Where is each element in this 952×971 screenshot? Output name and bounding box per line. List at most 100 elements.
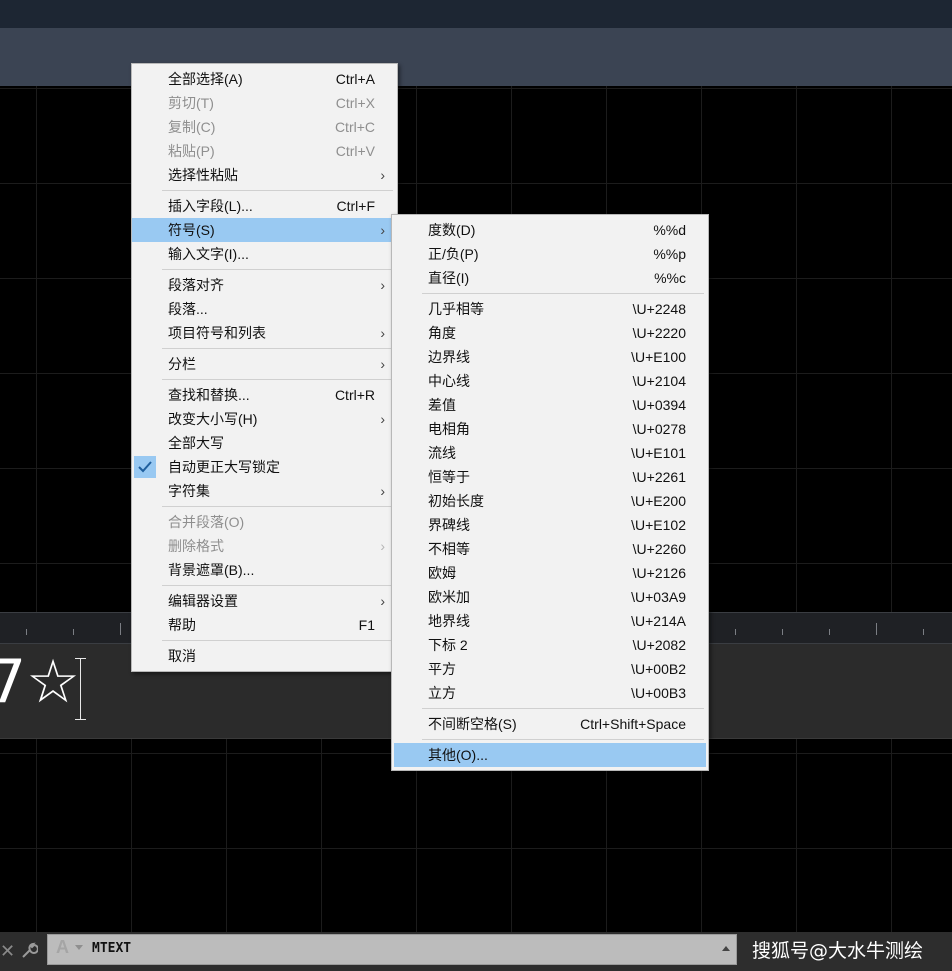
ruler-tick: [782, 629, 783, 635]
symbol-item-angle[interactable]: 角度 \U+2220: [392, 321, 708, 345]
menu-separator: [132, 376, 397, 383]
menu-item-paste-special[interactable]: 选择性粘贴 ›: [132, 163, 397, 187]
menu-item-label: 取消: [168, 648, 196, 664]
menu-item-label: 输入文字(I)...: [168, 246, 249, 262]
menu-item-label: 不相等: [428, 541, 470, 557]
symbol-item-ohm[interactable]: 欧姆 \U+2126: [392, 561, 708, 585]
menu-item-label: 边界线: [428, 349, 470, 365]
symbol-item-degrees[interactable]: 度数(D) %%d: [392, 218, 708, 242]
menu-item-combine-paragraphs: 合并段落(O): [132, 510, 397, 534]
chevron-right-icon: ›: [380, 277, 385, 293]
menu-item-code: \U+2220: [632, 325, 686, 341]
menu-item-columns[interactable]: 分栏 ›: [132, 352, 397, 376]
menu-item-label: 直径(I): [428, 270, 470, 286]
close-icon[interactable]: ✕: [0, 935, 15, 967]
menu-separator: [392, 290, 708, 297]
menu-item-cut: 剪切(T) Ctrl+X: [132, 91, 397, 115]
menu-item-label: 符号(S): [168, 222, 215, 238]
menu-item-label: 中心线: [428, 373, 470, 389]
symbol-item-other[interactable]: 其他(O)...: [394, 743, 706, 767]
ruler-tick: [735, 629, 736, 635]
menu-item-background-mask[interactable]: 背景遮罩(B)...: [132, 558, 397, 582]
menu-separator: [132, 266, 397, 273]
symbol-item-centerline[interactable]: 中心线 \U+2104: [392, 369, 708, 393]
menu-item-autocap-lock[interactable]: 自动更正大写锁定: [132, 455, 397, 479]
checkmark-icon: [134, 456, 156, 478]
symbol-item-identity[interactable]: 恒等于 \U+2261: [392, 465, 708, 489]
symbol-item-almost-equal[interactable]: 几乎相等 \U+2248: [392, 297, 708, 321]
menu-item-help[interactable]: 帮助 F1: [132, 613, 397, 637]
symbol-item-monument-line[interactable]: 界碑线 \U+E102: [392, 513, 708, 537]
menu-item-paste: 粘贴(P) Ctrl+V: [132, 139, 397, 163]
caret-down-icon[interactable]: [75, 945, 83, 950]
symbol-item-not-equal[interactable]: 不相等 \U+2260: [392, 537, 708, 561]
symbol-item-flow-line[interactable]: 流线 \U+E101: [392, 441, 708, 465]
menu-item-bullets-and-lists[interactable]: 项目符号和列表 ›: [132, 321, 397, 345]
menu-separator: [132, 637, 397, 644]
menu-item-code: %%d: [653, 222, 686, 238]
wrench-icon[interactable]: [20, 935, 39, 970]
menu-item-paragraph-alignment[interactable]: 段落对齐 ›: [132, 273, 397, 297]
menu-item-shortcut: Ctrl+A: [335, 71, 375, 87]
caret-up-icon[interactable]: [722, 946, 730, 951]
symbol-item-omega[interactable]: 欧米加 \U+03A9: [392, 585, 708, 609]
menu-item-code: \U+00B2: [631, 661, 686, 677]
symbol-item-plus-minus[interactable]: 正/负(P) %%p: [392, 242, 708, 266]
menu-item-label: 查找和替换...: [168, 387, 250, 403]
menu-item-label: 欧姆: [428, 565, 456, 581]
title-bar: [0, 0, 952, 28]
menu-item-code: \U+00B3: [631, 685, 686, 701]
menu-item-label: 电相角: [428, 421, 470, 437]
menu-item-label: 字符集: [168, 483, 210, 499]
menu-item-import-text[interactable]: 输入文字(I)...: [132, 242, 397, 266]
command-input[interactable]: A MTEXT: [47, 934, 737, 965]
menu-item-code: %%p: [653, 246, 686, 262]
symbol-item-boundary-line[interactable]: 边界线 \U+E100: [392, 345, 708, 369]
menu-item-cancel[interactable]: 取消: [132, 644, 397, 668]
menu-item-find-and-replace[interactable]: 查找和替换... Ctrl+R: [132, 383, 397, 407]
menu-item-select-all[interactable]: 全部选择(A) Ctrl+A: [132, 67, 397, 91]
menu-item-code: \U+2126: [632, 565, 686, 581]
menu-item-editor-settings[interactable]: 编辑器设置 ›: [132, 589, 397, 613]
symbol-item-initial-length[interactable]: 初始长度 \U+E200: [392, 489, 708, 513]
menu-item-label: 流线: [428, 445, 456, 461]
command-line-tools: ✕: [0, 935, 46, 967]
symbol-item-subscript-2[interactable]: 下标 2 \U+2082: [392, 633, 708, 657]
menu-item-change-case[interactable]: 改变大小写(H) ›: [132, 407, 397, 431]
chevron-right-icon: ›: [380, 538, 385, 554]
menu-item-insert-field[interactable]: 插入字段(L)... Ctrl+F: [132, 194, 397, 218]
menu-item-label: 恒等于: [428, 469, 470, 485]
symbol-item-electrical-phase[interactable]: 电相角 \U+0278: [392, 417, 708, 441]
menu-item-copy: 复制(C) Ctrl+C: [132, 115, 397, 139]
menu-item-paragraph[interactable]: 段落...: [132, 297, 397, 321]
menu-item-label: 界碑线: [428, 517, 470, 533]
chevron-right-icon: ›: [380, 356, 385, 372]
menu-item-code: %%c: [654, 270, 686, 286]
menu-item-label: 立方: [428, 685, 456, 701]
symbol-item-delta[interactable]: 差值 \U+0394: [392, 393, 708, 417]
menu-item-code: \U+E100: [631, 349, 686, 365]
menu-item-code: Ctrl+Shift+Space: [580, 716, 686, 732]
symbol-item-property-line[interactable]: 地界线 \U+214A: [392, 609, 708, 633]
menu-item-label: 差值: [428, 397, 456, 413]
ruler-tick: [829, 629, 830, 635]
menu-item-all-caps[interactable]: 全部大写: [132, 431, 397, 455]
symbol-item-squared[interactable]: 平方 \U+00B2: [392, 657, 708, 681]
menu-item-code: \U+E200: [631, 493, 686, 509]
symbol-item-cubed[interactable]: 立方 \U+00B3: [392, 681, 708, 705]
font-a-icon[interactable]: A: [56, 937, 69, 958]
menu-separator: [132, 345, 397, 352]
menu-item-label: 不间断空格(S): [428, 716, 517, 732]
symbol-item-diameter[interactable]: 直径(I) %%c: [392, 266, 708, 290]
menu-item-character-set[interactable]: 字符集 ›: [132, 479, 397, 503]
menu-item-label: 复制(C): [168, 119, 216, 135]
menu-item-code: \U+2260: [632, 541, 686, 557]
menu-item-label: 剪切(T): [168, 95, 214, 111]
menu-item-code: \U+0394: [632, 397, 686, 413]
chevron-right-icon: ›: [380, 222, 385, 238]
symbol-item-nonbreaking-space[interactable]: 不间断空格(S) Ctrl+Shift+Space: [392, 712, 708, 736]
ruler-tick: [26, 629, 27, 635]
menu-item-label: 欧米加: [428, 589, 470, 605]
menu-item-label: 项目符号和列表: [168, 325, 266, 341]
menu-item-symbol[interactable]: 符号(S) ›: [132, 218, 397, 242]
